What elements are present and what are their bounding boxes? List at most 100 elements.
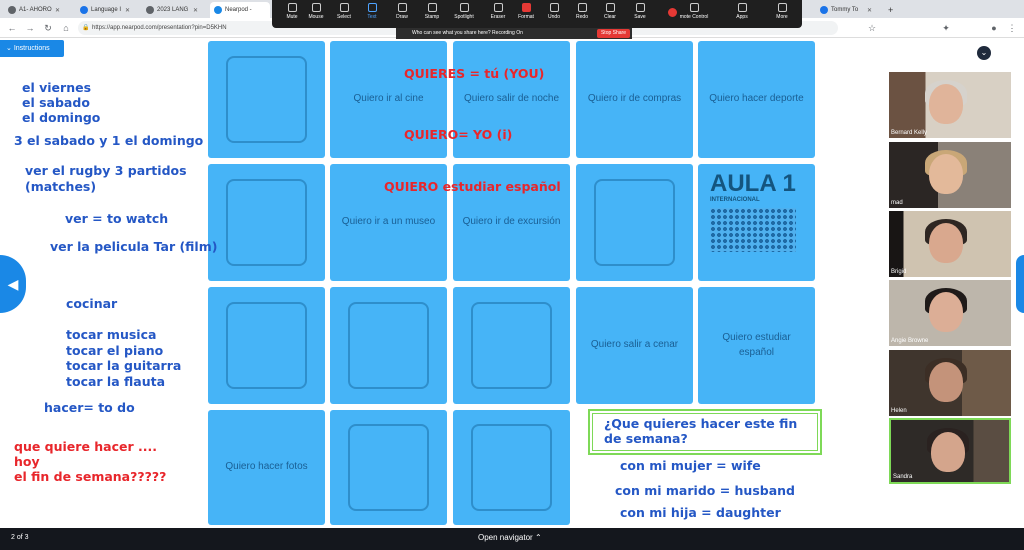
eraser-tool[interactable]: Eraser	[484, 3, 512, 20]
participant-face	[929, 154, 963, 194]
browser-tab-active[interactable]: Nearpod -	[210, 2, 270, 18]
redo-button[interactable]: Redo	[568, 3, 596, 20]
open-navigator-button[interactable]: Open navigator ⌃	[478, 533, 542, 542]
participant-video[interactable]: Bernard Kelly	[889, 72, 1011, 138]
card-label: Quiero ir al cine	[353, 93, 424, 105]
annotation-question-red: que quiere hacer .... hoy el fin de sema…	[14, 439, 166, 484]
clear-button[interactable]: Clear	[596, 3, 624, 20]
tab-favicon-icon	[146, 6, 154, 14]
cinema-illustration	[471, 424, 552, 511]
close-tab-icon[interactable]: ✕	[867, 7, 872, 14]
text-t-icon	[367, 3, 377, 12]
remote-control-icon	[689, 3, 699, 12]
participant-name: mad	[891, 200, 903, 206]
browser-tab[interactable]: Tommy To ✕	[816, 2, 876, 18]
undo-icon	[549, 3, 559, 12]
grid-card[interactable]: Quiero hacer deporte	[698, 41, 815, 158]
stamp-icon	[427, 3, 437, 12]
toolbar-label: Draw	[396, 14, 408, 20]
next-slide-button[interactable]	[1016, 255, 1024, 313]
new-tab-button[interactable]: +	[884, 2, 897, 18]
browser-tab[interactable]: 2023 LANG ✕	[142, 2, 202, 18]
annotation-line: que quiere hacer ....	[14, 439, 158, 454]
reload-icon[interactable]: ↻	[42, 22, 54, 34]
toolbar-label: Save	[634, 14, 646, 20]
undo-button[interactable]: Undo	[540, 3, 568, 20]
card-label: Quiero ir de excursión	[462, 216, 561, 228]
toolbar-label: Stamp	[424, 14, 440, 20]
toolbar-label: Mute	[286, 14, 298, 20]
browser-tab[interactable]: Language I ✕	[76, 2, 134, 18]
annotation-line: tocar la flauta	[66, 373, 166, 389]
grid-card-shopping-bags[interactable]	[330, 410, 447, 525]
close-tab-icon[interactable]: ✕	[193, 7, 198, 14]
sporty-man-illustration	[471, 301, 552, 390]
bookmark-star-icon[interactable]: ☆	[866, 22, 878, 34]
tab-favicon-icon	[820, 6, 828, 14]
select-tool[interactable]: Select	[330, 3, 358, 20]
grid-card[interactable]: Quiero ir de compras	[576, 41, 693, 158]
home-icon[interactable]: ⌂	[60, 22, 72, 34]
close-tab-icon[interactable]: ✕	[55, 7, 60, 14]
participant-video[interactable]: mad	[889, 142, 1011, 208]
toolbar-label: Eraser	[490, 14, 506, 20]
annotation-line: ver la pelicula Tar (film)	[50, 239, 218, 254]
grid-card-shop[interactable]	[330, 287, 447, 404]
grid-card-aula-book[interactable]: AULA 1 INTERNACIONAL	[698, 164, 815, 281]
toolbar-label: Format	[518, 14, 534, 20]
stop-share-button[interactable]: Stop Share	[596, 29, 630, 38]
annotation-line: ¿Que quieres hacer este fin	[604, 416, 798, 431]
card-label: Quiero salir de noche	[463, 93, 560, 105]
mouse-tool[interactable]: Mouse	[302, 3, 330, 20]
participant-face	[929, 362, 963, 402]
profile-avatar-icon[interactable]: ●	[988, 22, 1000, 34]
chevron-down-icon[interactable]: ⌄	[977, 46, 991, 60]
stamp-tool[interactable]: Stamp	[418, 3, 446, 20]
text-tool[interactable]: Text	[358, 3, 386, 20]
grid-card-camera[interactable]	[208, 41, 325, 158]
browser-tab[interactable]: A1- AHORO ✕	[4, 2, 64, 18]
forward-icon[interactable]: →	[24, 22, 36, 34]
share-notice-banner[interactable]: Who can see what you share here? Recordi…	[396, 28, 632, 39]
toolbar-label: Undo	[548, 14, 560, 20]
close-tab-icon[interactable]: ✕	[125, 7, 130, 14]
lock-icon: 🔒	[82, 25, 90, 31]
participant-name: Helen	[891, 408, 907, 414]
annotation-line: 3 el sabado y 1 el domingo	[14, 133, 204, 148]
save-button[interactable]: Save	[626, 3, 654, 20]
grid-card-hiker[interactable]	[576, 164, 693, 281]
grid-card[interactable]: Quiero hacer fotos	[208, 410, 325, 525]
grid-card-sport[interactable]	[453, 287, 570, 404]
draw-tool[interactable]: Draw	[388, 3, 416, 20]
grid-card-cinema[interactable]	[453, 410, 570, 525]
grid-card[interactable]: Quiero salir a cenar	[576, 287, 693, 404]
grid-card[interactable]: Quiero estudiar español	[698, 287, 815, 404]
participant-video[interactable]: Brigid	[889, 211, 1011, 277]
zoom-annotation-toolbar: Mute Mouse Select Text Draw Stamp Spotli…	[272, 0, 802, 28]
toolbar-label: Select	[337, 14, 351, 20]
back-icon[interactable]: ←	[6, 22, 18, 34]
page-counter: 2 of 3	[11, 534, 29, 541]
spotlight-tool[interactable]: Spotlight	[450, 3, 478, 20]
participant-video[interactable]: Angie Browne	[889, 280, 1011, 346]
annotation-line: el fin de semana?????	[14, 469, 167, 484]
remote-control-button[interactable]: mote Control	[672, 3, 716, 20]
chrome-menu-icon[interactable]: ⋮	[1006, 22, 1018, 34]
participant-video-active-speaker[interactable]: Sandra	[889, 418, 1011, 484]
instructions-label: Instructions	[13, 45, 50, 52]
apps-button[interactable]: Apps	[728, 3, 756, 20]
annotation-line: QUIERO estudiar español	[384, 179, 561, 194]
grid-card-museum[interactable]	[208, 164, 325, 281]
format-tool[interactable]: Format	[512, 3, 540, 20]
previous-slide-button[interactable]: ◀	[0, 255, 26, 313]
open-navigator-label: Open navigator	[478, 533, 533, 542]
participant-gallery: Bernard Kelly mad Brigid Angie Browne He…	[889, 72, 1011, 488]
more-button[interactable]: More	[768, 3, 796, 20]
extensions-icon[interactable]: ✦	[940, 22, 952, 34]
participant-name: Brigid	[891, 269, 907, 275]
annotation-line: tocar musica	[66, 327, 157, 342]
instructions-button[interactable]: ⌄ Instructions	[0, 40, 64, 57]
book-number: 1	[782, 170, 796, 197]
grid-card-waiter[interactable]	[208, 287, 325, 404]
participant-video[interactable]: Helen	[889, 350, 1011, 416]
